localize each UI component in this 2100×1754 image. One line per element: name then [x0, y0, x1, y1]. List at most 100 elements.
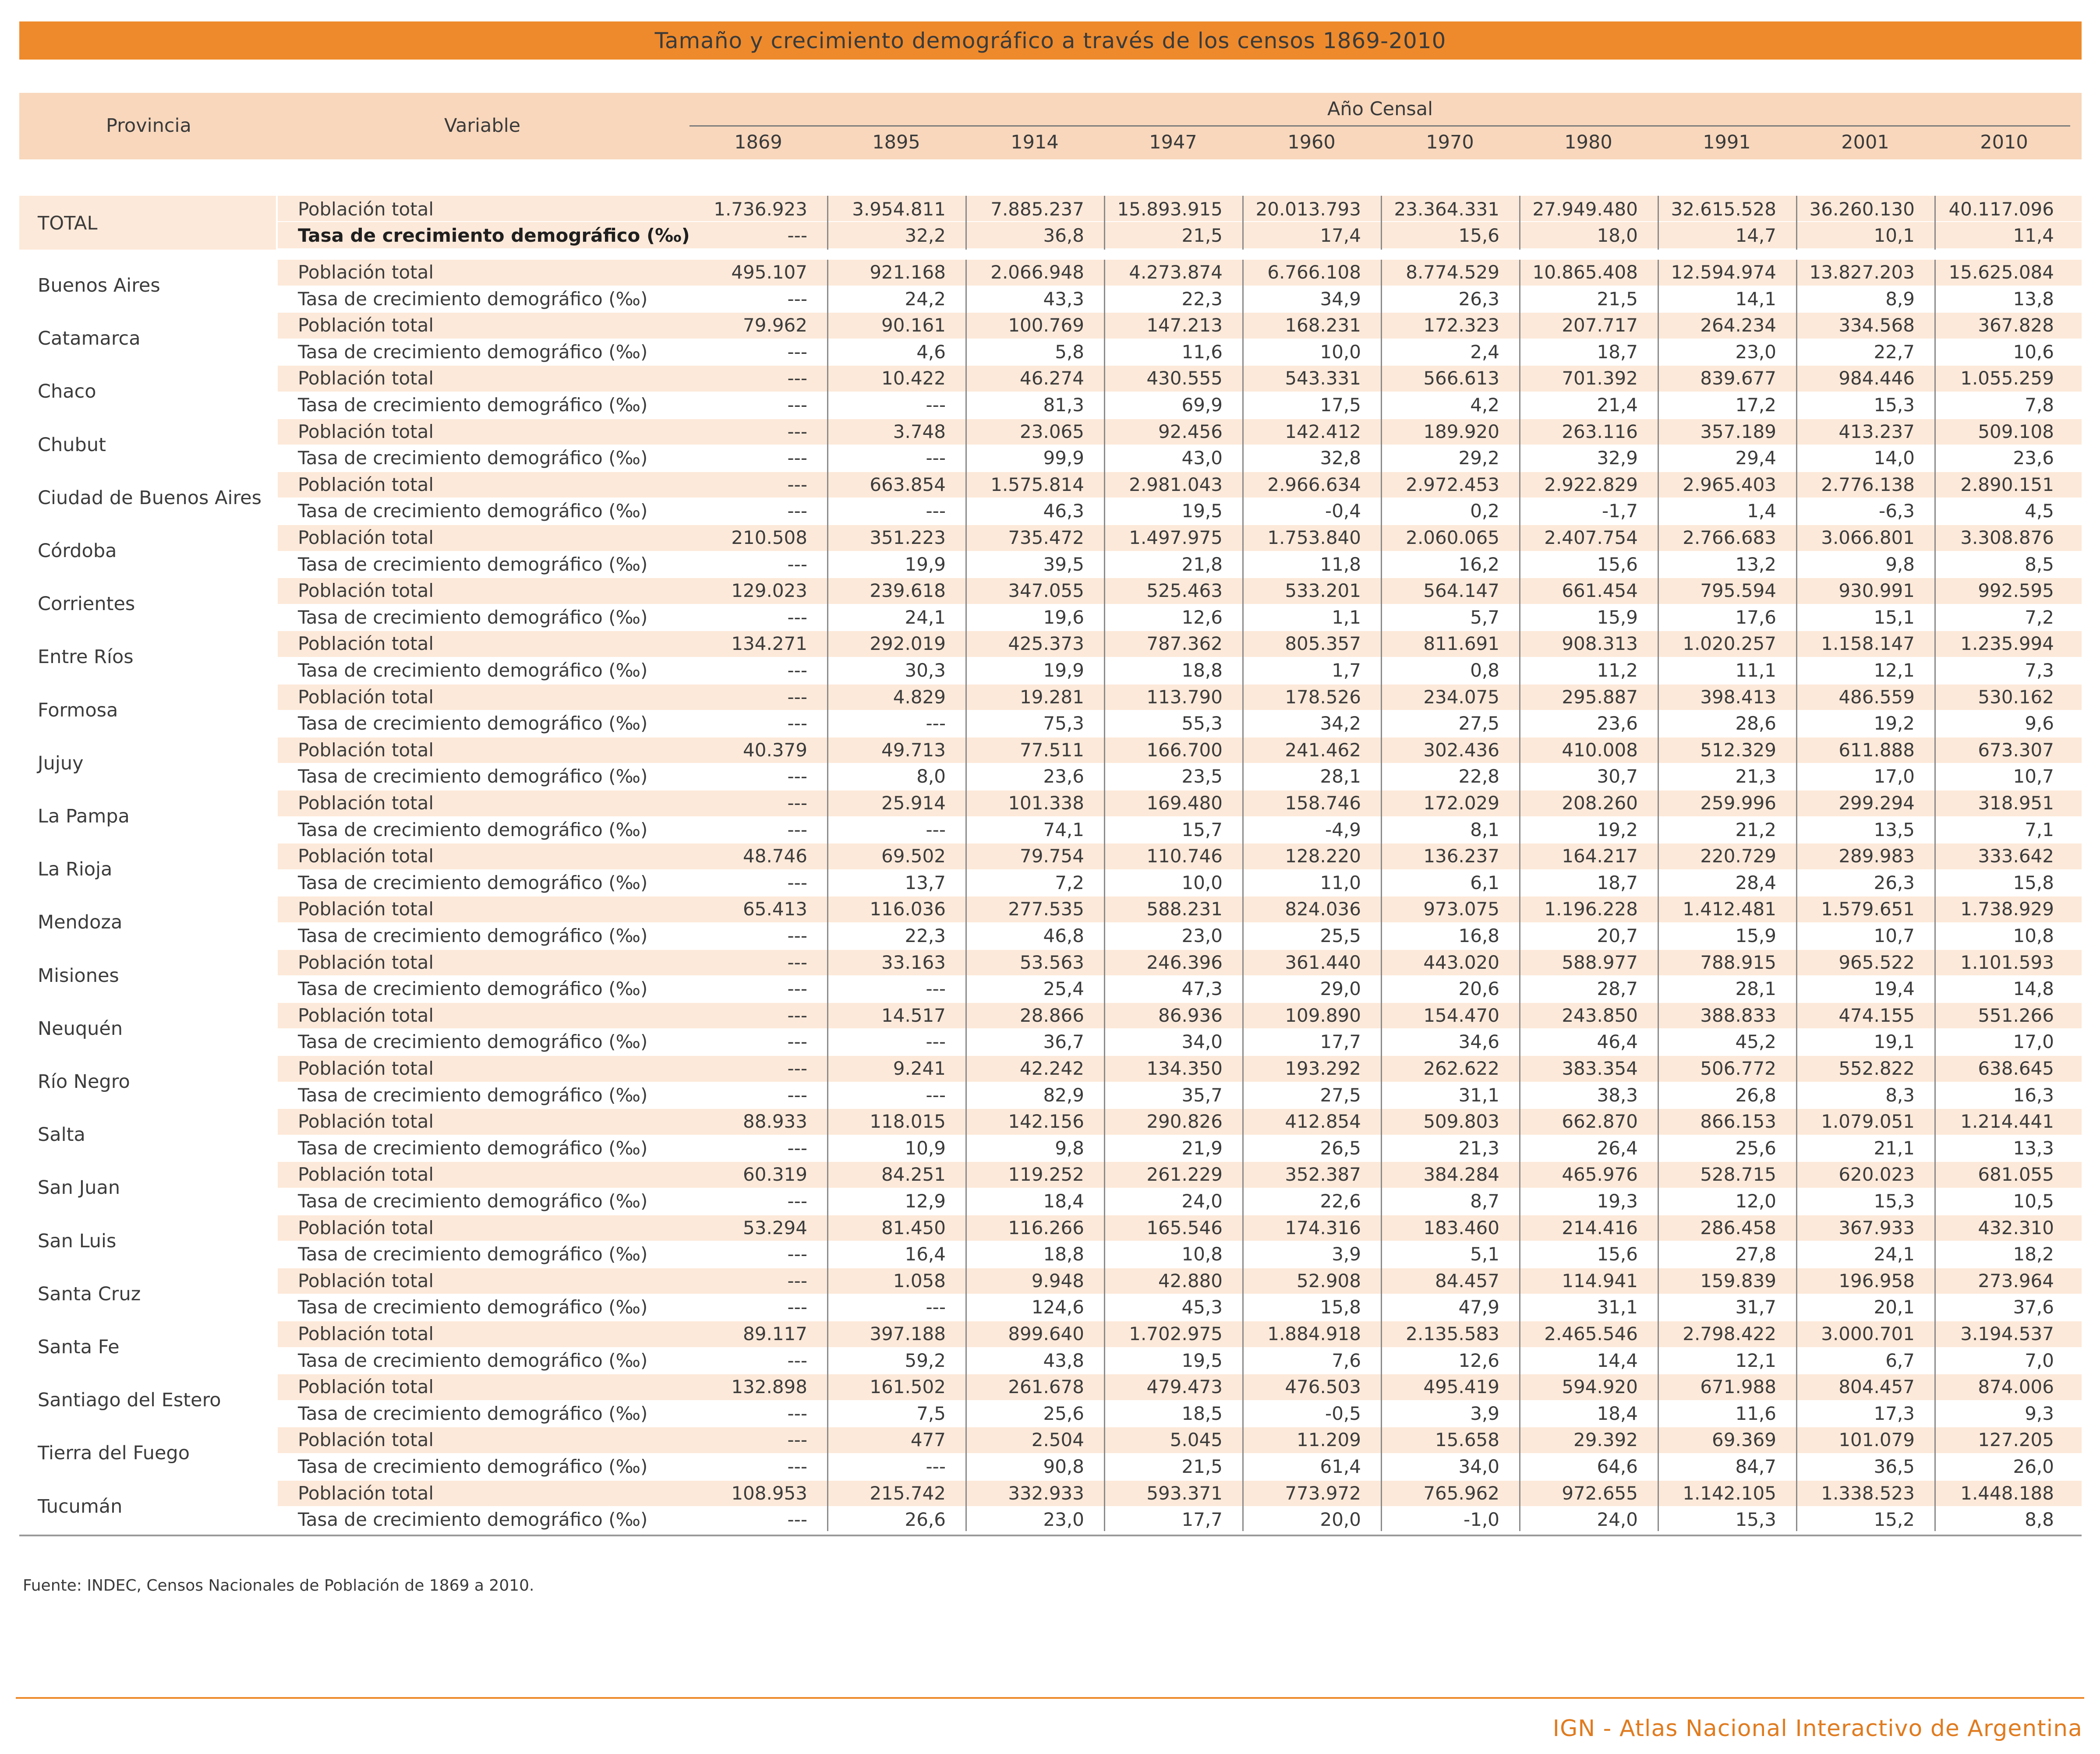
rate-cell: 46,3	[1043, 500, 1084, 522]
pop-cell: 261.678	[1008, 1376, 1084, 1398]
rate-cell: ---	[787, 1402, 807, 1424]
pop-cell: 161.502	[870, 1376, 946, 1398]
province-name: La Pampa	[38, 805, 130, 827]
pop-cell: 210.508	[731, 527, 807, 548]
header-year: 1895	[872, 131, 920, 153]
rate-cell: 21,3	[1735, 766, 1776, 787]
rate-cell: 9,8	[1885, 553, 1915, 575]
pop-cell: 215.742	[870, 1482, 946, 1504]
province-name: Salta	[38, 1124, 85, 1146]
rate-cell: 82,9	[1043, 1084, 1084, 1106]
pop-cell: 474.155	[1838, 1004, 1915, 1026]
pop-cell: 15.625.084	[1948, 261, 2054, 283]
pop-cell: 2.890.151	[1960, 473, 2054, 495]
rate-cell: ---	[787, 925, 807, 946]
rate-cell: 10,0	[1181, 872, 1223, 893]
rate-cell: 43,3	[1043, 288, 1084, 310]
rate-cell: 15,3	[1874, 1190, 1915, 1212]
pop-label: Población total	[298, 1217, 434, 1239]
pop-label: Población total	[298, 580, 434, 602]
rate-cell: 31,7	[1735, 1296, 1776, 1318]
rate-cell: 1,7	[1332, 660, 1361, 681]
rate-cell: 15,8	[2013, 872, 2054, 893]
pop-label: Población total	[298, 261, 434, 283]
rate-cell: ---	[787, 1349, 807, 1371]
rate-cell: 29,0	[1320, 978, 1361, 1000]
pop-cell: 357.189	[1700, 420, 1776, 442]
rate-cell: 26,3	[1874, 872, 1915, 893]
header-year: 2010	[1980, 131, 2028, 153]
pop-cell: 671.988	[1700, 1376, 1776, 1398]
province-name: Santiago del Estero	[38, 1389, 221, 1412]
pop-cell: 154.470	[1423, 1004, 1499, 1026]
footer-rule	[16, 1697, 2084, 1699]
pop-label: Población total	[298, 845, 434, 867]
pop-label: Población total	[298, 1004, 434, 1026]
rate-cell: 28,1	[1735, 978, 1776, 1000]
pop-cell: 430.555	[1146, 367, 1223, 389]
pop-cell: 367.828	[1978, 314, 2054, 336]
pop-cell: 509.108	[1978, 420, 2054, 442]
pop-cell: 208.260	[1562, 792, 1638, 814]
column-divider	[827, 260, 828, 1531]
total-rate-cell: 14,7	[1735, 225, 1776, 246]
province-name: Neuquén	[38, 1017, 123, 1040]
province-name: Formosa	[38, 699, 118, 721]
province-name: Buenos Aires	[38, 275, 160, 296]
total-rate-cell: 36,8	[1043, 225, 1084, 246]
rate-label: Tasa de crecimiento demográfico (‰)	[298, 925, 648, 946]
rate-cell: -0,5	[1325, 1402, 1361, 1424]
rate-cell: 19,1	[1874, 1031, 1915, 1053]
pop-cell: 81.450	[881, 1217, 946, 1239]
rate-cell: 55,3	[1181, 713, 1223, 734]
pop-cell: 383.354	[1562, 1058, 1638, 1079]
rate-cell: 23,0	[1735, 341, 1776, 363]
pop-cell: 412.854	[1285, 1111, 1361, 1133]
pop-cell: 1.058	[893, 1270, 946, 1292]
pop-cell: 334.568	[1838, 314, 1915, 336]
rate-cell: 22,3	[1181, 288, 1223, 310]
pop-cell: ---	[787, 792, 807, 814]
pop-cell: 594.920	[1562, 1376, 1638, 1398]
pop-cell: 384.284	[1423, 1164, 1499, 1186]
total-rate-cell: 21,5	[1181, 225, 1223, 246]
pop-cell: 874.006	[1978, 1376, 2054, 1398]
header-year: 1991	[1703, 131, 1751, 153]
rate-cell: 47,3	[1181, 978, 1223, 1000]
pop-cell: 241.462	[1285, 739, 1361, 761]
pop-cell: 292.019	[870, 633, 946, 655]
pop-label: Población total	[298, 951, 434, 973]
rate-cell: 12,1	[1735, 1349, 1776, 1371]
pop-cell: 246.396	[1146, 951, 1223, 973]
pop-cell: 147.213	[1146, 314, 1223, 336]
pop-cell: 108.953	[731, 1482, 807, 1504]
rate-cell: 23,6	[2013, 447, 2054, 469]
column-divider	[1934, 260, 1936, 1531]
rate-cell: 10,9	[905, 1137, 946, 1159]
pop-cell: 165.546	[1146, 1217, 1223, 1239]
rate-cell: 1,4	[1747, 500, 1776, 522]
province-name: Catamarca	[38, 328, 141, 350]
pop-cell: 239.618	[870, 580, 946, 602]
pop-cell: 413.237	[1838, 420, 1915, 442]
pop-cell: 866.153	[1700, 1111, 1776, 1133]
pop-cell: 10.422	[881, 367, 946, 389]
rate-cell: ---	[787, 1084, 807, 1106]
rate-cell: 43,8	[1043, 1349, 1084, 1371]
pop-label: Población total	[298, 314, 434, 336]
pop-cell: 19.281	[1020, 686, 1084, 708]
pop-cell: 735.472	[1008, 527, 1084, 548]
rate-label: Tasa de crecimiento demográfico (‰)	[298, 1509, 648, 1531]
table-bottom-rule	[19, 1535, 2082, 1536]
pop-cell: 142.412	[1285, 420, 1361, 442]
rate-cell: 124,6	[1031, 1296, 1084, 1318]
column-divider	[1658, 196, 1659, 250]
pop-cell: 805.357	[1285, 633, 1361, 655]
pop-cell: 52.908	[1297, 1270, 1361, 1292]
rate-cell: 23,0	[1043, 1509, 1084, 1531]
pop-label: Población total	[298, 1323, 434, 1345]
rate-cell: 18,2	[2013, 1243, 2054, 1265]
pop-cell: 1.101.593	[1960, 951, 2054, 973]
province-name: Jujuy	[38, 752, 84, 774]
total-rate-cell: 10,1	[1874, 225, 1915, 246]
